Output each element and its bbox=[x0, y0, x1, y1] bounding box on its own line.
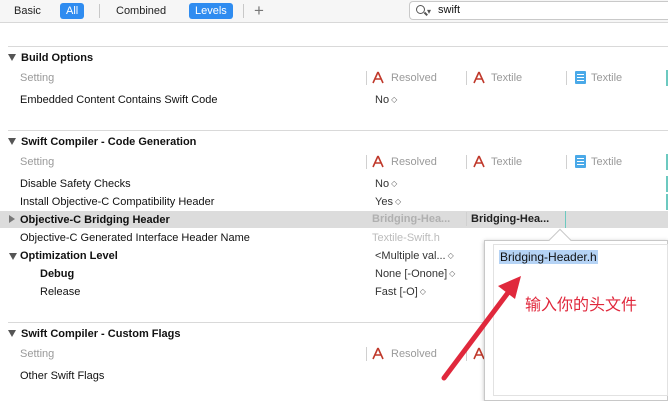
annotation-arrow bbox=[441, 276, 521, 381]
annotation-arrow-head bbox=[498, 276, 521, 299]
annotation-arrow-shaft bbox=[441, 287, 513, 381]
